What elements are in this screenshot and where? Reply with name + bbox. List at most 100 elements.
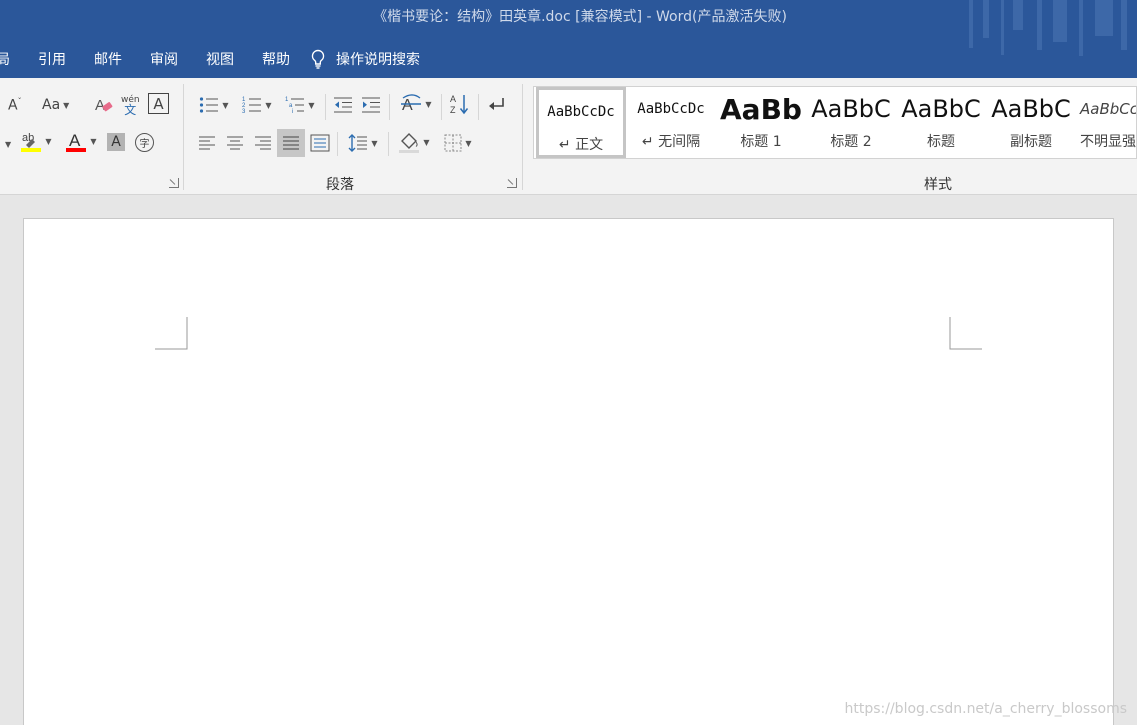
change-case-icon: Aa	[42, 97, 61, 113]
align-right-button[interactable]	[254, 132, 272, 154]
divider	[337, 132, 338, 156]
paragraph-mark-icon	[489, 98, 504, 110]
style-heading-1[interactable]: AaBb 标题 1	[716, 87, 806, 158]
align-left-button[interactable]	[198, 132, 216, 154]
styles-group-label: 样式	[924, 177, 952, 193]
lightbulb-icon	[311, 49, 325, 69]
crop-mark-top-right	[949, 317, 982, 350]
sort-button[interactable]: A Z	[450, 93, 470, 115]
title-bar: 《楷书要论：结构》田英章.doc [兼容模式] - Word(产品激活失败) 局…	[0, 0, 1137, 78]
change-case-button[interactable]: Aa ▼	[42, 94, 69, 116]
style-name: ↵ 无间隔	[641, 134, 701, 150]
phonetic-guide-button[interactable]: wén 文	[121, 92, 140, 118]
distributed-icon	[310, 134, 330, 152]
align-left-icon	[199, 136, 215, 150]
divider	[388, 132, 389, 156]
svg-text:3: 3	[242, 109, 246, 114]
enclose-characters-button[interactable]: 字	[135, 133, 154, 152]
enclose-characters-icon: 字	[139, 139, 150, 150]
svg-text:i: i	[292, 109, 293, 114]
style-normal[interactable]: AaBbCcDc ↵ 正文	[536, 87, 626, 158]
decrease-indent-button[interactable]	[333, 94, 353, 116]
borders-button[interactable]: ▼	[440, 132, 476, 154]
borders-icon	[444, 134, 462, 152]
line-spacing-icon	[348, 134, 368, 152]
paragraph-shading-button[interactable]: ▼	[396, 131, 432, 153]
tab-references[interactable]: 引用	[24, 49, 80, 69]
numbering-icon: 1 2 3	[242, 97, 262, 114]
crop-mark-top-left	[155, 317, 188, 350]
increase-indent-icon	[362, 97, 380, 113]
document-page[interactable]	[23, 218, 1114, 725]
distributed-button[interactable]	[310, 132, 330, 154]
sort-icon: A Z	[450, 94, 469, 115]
chevron-down-icon: ▼	[425, 99, 432, 109]
svg-text:Z: Z	[450, 105, 456, 115]
highlight-button[interactable]: ab ▼	[20, 130, 52, 152]
font-dialog-launcher[interactable]	[169, 178, 179, 188]
divider	[441, 94, 442, 120]
chinese-layout-button[interactable]: A ▼	[398, 93, 434, 115]
tab-review[interactable]: 审阅	[136, 49, 192, 69]
chevron-down-icon: ▼	[63, 100, 70, 110]
style-subtle-emphasis[interactable]: AaBbCcD 不明显强	[1076, 87, 1136, 158]
style-subtitle[interactable]: AaBbC 副标题	[986, 87, 1076, 158]
character-border-icon: A	[153, 94, 164, 113]
divider	[325, 94, 326, 120]
chevron-down-icon: ▼	[265, 100, 272, 110]
style-sample: AaBbC	[991, 95, 1071, 123]
font-color-button[interactable]: A ▼	[62, 130, 100, 152]
chevron-down-icon: ▼	[465, 138, 472, 148]
tab-mailings[interactable]: 邮件	[80, 49, 136, 69]
svg-text:A: A	[402, 97, 413, 114]
paragraph-dialog-launcher[interactable]	[507, 178, 517, 188]
chevron-down-icon: ▼	[45, 136, 52, 146]
style-title[interactable]: AaBbC 标题	[896, 87, 986, 158]
phonetic-guide-bottom: 文	[124, 103, 137, 117]
chevron-down-icon: ▼	[5, 139, 12, 149]
tab-layout[interactable]: 局	[0, 49, 24, 69]
style-name: ↵ 正文	[558, 137, 604, 153]
paint-bucket-icon	[399, 133, 420, 153]
tell-me-search[interactable]: 操作说明搜索	[310, 49, 420, 69]
divider	[478, 94, 479, 120]
highlighter-icon: ab	[21, 132, 42, 152]
chevron-down-icon: ▼	[423, 137, 430, 147]
svg-text:A: A	[450, 94, 456, 104]
tell-me-label: 操作说明搜索	[336, 52, 420, 68]
clear-formatting-button[interactable]: A	[94, 94, 114, 116]
font-color-icon: A	[66, 131, 87, 152]
svg-text:A: A	[69, 131, 81, 150]
style-name: 标题	[927, 134, 955, 150]
style-sample: AaBbC	[901, 95, 981, 123]
style-name: 不明显强	[1080, 134, 1136, 150]
numbering-button[interactable]: 1 2 3 ▼	[239, 94, 275, 116]
character-shading-button[interactable]: A	[107, 133, 125, 151]
style-sample: AaBbCcDc	[547, 104, 615, 120]
font-row2-chevron[interactable]: ▼	[2, 133, 11, 155]
show-marks-button[interactable]	[486, 94, 506, 116]
chevron-down-icon: ▼	[222, 100, 229, 110]
align-right-icon	[255, 136, 271, 150]
style-no-spacing[interactable]: AaBbCcDc ↵ 无间隔	[626, 87, 716, 158]
line-spacing-button[interactable]: ▼	[345, 132, 381, 154]
style-heading-2[interactable]: AaBbC 标题 2	[806, 87, 896, 158]
align-center-button[interactable]	[226, 132, 244, 154]
style-sample: AaBbCcDc	[637, 101, 705, 117]
divider	[389, 94, 390, 120]
justify-button[interactable]	[277, 129, 305, 157]
style-sample: AaBb	[720, 92, 802, 126]
align-center-icon	[227, 136, 243, 150]
tab-view[interactable]: 视图	[192, 49, 248, 69]
ribbon-tabs: 局 引用 邮件 审阅 视图 帮助 操作说明搜索	[0, 46, 420, 72]
style-name: 副标题	[1010, 134, 1052, 150]
style-name: 标题 1	[740, 134, 782, 150]
bullets-button[interactable]: ▼	[196, 94, 232, 116]
increase-indent-button[interactable]	[361, 94, 381, 116]
group-separator	[522, 84, 523, 190]
tab-help[interactable]: 帮助	[248, 49, 304, 69]
shrink-font-button[interactable]: Aˇ	[8, 94, 22, 116]
watermark: https://blog.csdn.net/a_cherry_blossoms	[844, 701, 1128, 717]
character-border-button[interactable]: A	[148, 93, 169, 114]
multilevel-list-button[interactable]: 1 a i ▼	[282, 94, 318, 116]
